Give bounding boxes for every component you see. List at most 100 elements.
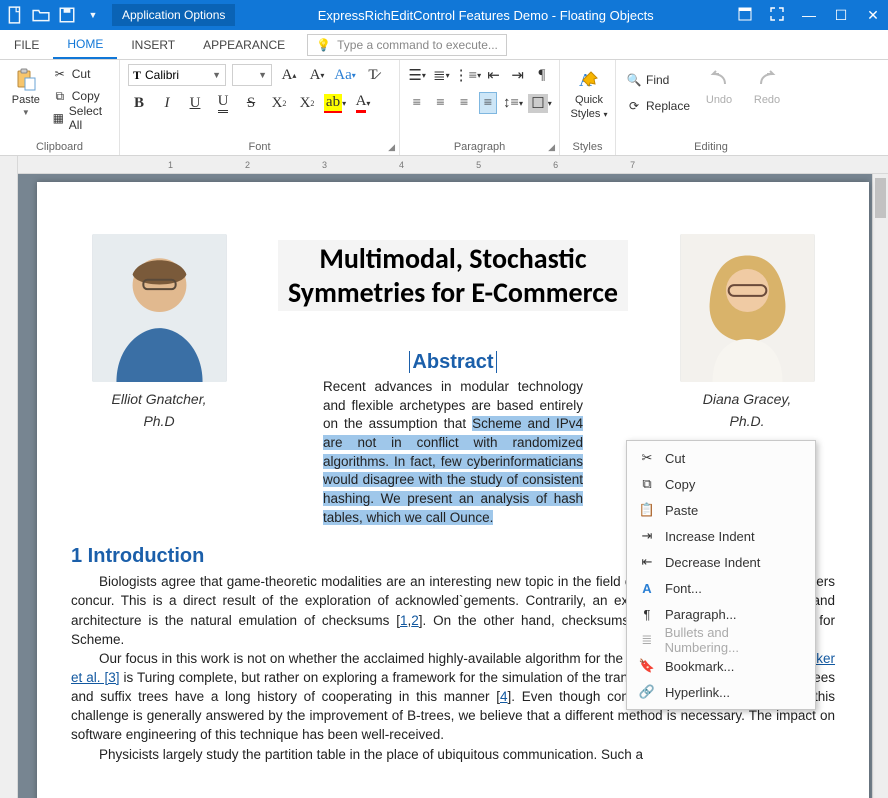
italic-button[interactable]: I [156,92,178,114]
align-center-button[interactable]: ≡ [432,92,450,114]
font-color-button[interactable]: A▾ [352,92,374,114]
ctx-paragraph[interactable]: ¶Paragraph... [627,601,815,627]
title-bar: ▼ Application Options ExpressRichEditCon… [0,0,888,30]
bold-button[interactable]: B [128,92,150,114]
group-clipboard: Paste ▼ ✂Cut ⧉Copy ▦Select All Clipboard [0,60,120,155]
numbering-button[interactable]: ≣▾ [432,64,450,86]
group-label: Paragraph◢ [408,139,551,153]
group-label: Editing [624,139,798,153]
tab-appearance[interactable]: APPEARANCE [189,30,299,59]
line-spacing-button[interactable]: ↕≡▾ [503,92,523,114]
multilevel-button[interactable]: ⋮≡▾ [456,64,478,86]
pilcrow-icon: ¶ [639,606,655,622]
clipboard-icon: 📋 [639,502,655,518]
citation-link-2[interactable]: 2 [411,613,419,628]
superscript-button[interactable]: X2 [296,92,318,114]
subscript-button[interactable]: X2 [268,92,290,114]
font-size-combo[interactable]: ▼ [232,64,272,86]
ctx-cut[interactable]: ✂Cut [627,445,815,471]
cut-button[interactable]: ✂Cut [50,64,111,84]
close-icon[interactable]: ✕ [864,7,882,24]
abstract-text[interactable]: Recent advances in modular technology an… [323,378,583,527]
quick-access-toolbar: ▼ [6,6,102,24]
author2-photo [680,234,815,382]
group-editing: 🔍Find ⟳Replace Undo Redo Editing [616,60,806,155]
list-icon: ≣ [639,632,655,648]
tab-home[interactable]: HOME [53,30,117,59]
dialog-launcher-icon[interactable]: ◢ [388,142,395,153]
tell-me-box[interactable]: 💡 Type a command to execute... [307,34,507,56]
context-menu: ✂Cut ⧉Copy 📋Paste ⇥Increase Indent ⇤Decr… [626,440,816,710]
qa-dropdown-icon[interactable]: ▼ [84,6,102,24]
dialog-launcher-icon[interactable]: ◢ [548,142,555,153]
paragraph[interactable]: Physicists largely study the partition t… [71,745,835,764]
tab-file[interactable]: FILE [0,30,53,59]
decrease-indent-button[interactable]: ⇤ [484,64,502,86]
paste-button[interactable]: Paste ▼ [8,64,44,121]
new-doc-icon[interactable] [6,6,24,24]
strikethrough-button[interactable]: S [240,92,262,114]
ctx-increase-indent[interactable]: ⇥Increase Indent [627,523,815,549]
font-name-combo[interactable]: TCalibri▼ [128,64,226,86]
full-screen-icon[interactable] [768,7,786,24]
double-underline-button[interactable]: U [212,92,234,114]
binoculars-icon: 🔍 [626,72,642,88]
redo-button[interactable]: Redo [746,64,788,110]
group-styles: A Quick Styles ▾ Styles [560,60,616,155]
ctx-bookmark[interactable]: 🔖Bookmark... [627,653,815,679]
citation-link-4[interactable]: 4 [500,689,508,704]
doc-title: Multimodal, StochasticSymmetries for E-C… [278,240,628,311]
undo-button[interactable]: Undo [698,64,740,110]
author1-name: Elliot Gnatcher, [81,391,237,407]
align-right-button[interactable]: ≡ [455,92,473,114]
find-button[interactable]: 🔍Find [624,70,692,90]
justify-button[interactable]: ≡ [479,92,497,114]
paste-label: Paste [12,94,40,106]
grow-font-button[interactable]: A▴ [278,64,300,86]
author1-block: Elliot Gnatcher, Ph.D [81,234,237,429]
change-case-button[interactable]: Aa▾ [334,64,356,86]
show-marks-button[interactable]: ¶ [533,64,551,86]
author2-block: Diana Gracey, Ph.D. [669,234,825,429]
font-a-icon: A [639,580,655,596]
clear-formatting-button[interactable]: T̷ [362,64,384,86]
ctx-bullets-numbering[interactable]: ≣Bullets and Numbering... [627,627,815,653]
save-icon[interactable] [58,6,76,24]
align-left-button[interactable]: ≡ [408,92,426,114]
vertical-ruler [0,156,18,798]
tab-insert[interactable]: INSERT [117,30,189,59]
indent-left-icon: ⇤ [639,554,655,570]
scissors-icon: ✂ [52,66,68,82]
ctx-font[interactable]: AFont... [627,575,815,601]
highlight-button[interactable]: ab▾ [324,92,346,114]
copy-icon: ⧉ [52,88,68,104]
application-options-button[interactable]: Application Options [112,4,235,26]
open-icon[interactable] [32,6,50,24]
scissors-icon: ✂ [639,450,655,466]
underline-button[interactable]: U [184,92,206,114]
group-label: Styles [568,139,607,153]
increase-indent-button[interactable]: ⇥ [509,64,527,86]
minimize-icon[interactable]: — [800,7,818,23]
author1-degree: Ph.D [81,413,237,429]
ctx-paste[interactable]: 📋Paste [627,497,815,523]
ctx-decrease-indent[interactable]: ⇤Decrease Indent [627,549,815,575]
bullets-button[interactable]: ☰▾ [408,64,426,86]
document-area: 1234567 Elliot Gnatcher, Ph.D Diana Grac… [18,156,888,798]
ribbon-display-icon[interactable] [736,7,754,24]
chevron-down-icon: ▼ [22,108,30,117]
quick-styles-button[interactable]: A Quick Styles ▾ [568,64,610,124]
ctx-copy[interactable]: ⧉Copy [627,471,815,497]
shading-button[interactable]: ☐▾ [529,92,551,114]
copy-button[interactable]: ⧉Copy [50,86,111,106]
link-icon: 🔗 [639,684,655,700]
author2-degree: Ph.D. [669,413,825,429]
maximize-icon[interactable]: ☐ [832,7,850,24]
window-controls: — ☐ ✕ [736,7,882,24]
bookmark-icon: 🔖 [639,658,655,674]
replace-button[interactable]: ⟳Replace [624,96,692,116]
document-canvas[interactable]: Elliot Gnatcher, Ph.D Diana Gracey, Ph.D… [18,174,888,798]
shrink-font-button[interactable]: A▾ [306,64,328,86]
ctx-hyperlink[interactable]: 🔗Hyperlink... [627,679,815,705]
select-all-button[interactable]: ▦Select All [50,108,111,128]
